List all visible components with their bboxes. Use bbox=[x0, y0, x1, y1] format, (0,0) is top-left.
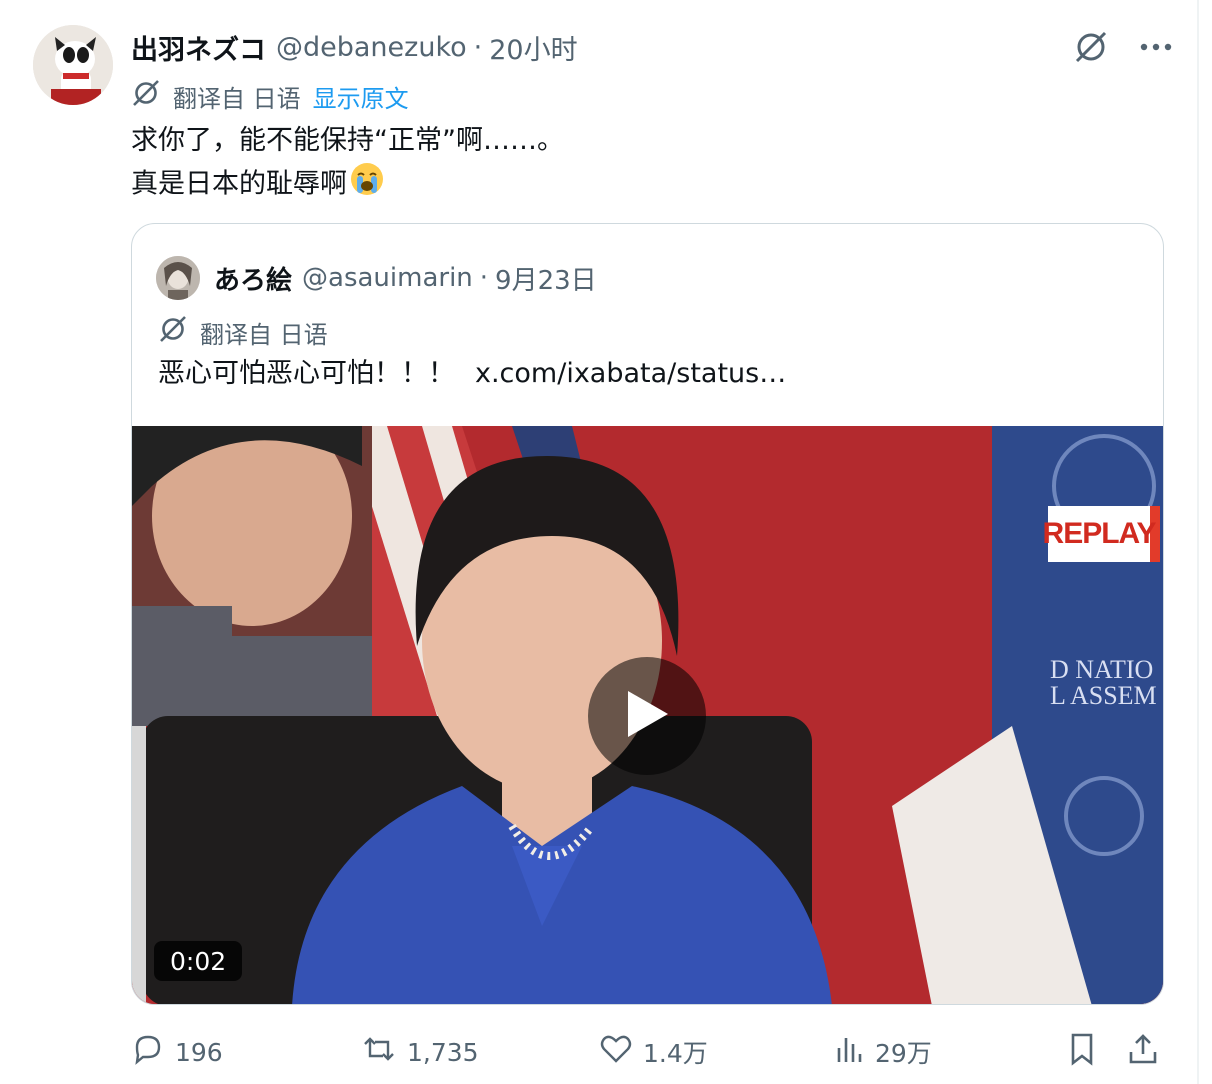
quoted-translation-label: 翻译自 日语 bbox=[200, 320, 328, 349]
quoted-text-body: 恶心可怕恶心可怕！！！ bbox=[158, 358, 455, 389]
share-icon bbox=[1127, 1032, 1159, 1072]
video-duration: 0:02 bbox=[154, 941, 243, 981]
tweet-text-line-1: 求你了，能不能保持“正常”啊……。 bbox=[131, 125, 564, 156]
banner-text-2: L ASSEM bbox=[1050, 681, 1157, 710]
tweet-top-actions bbox=[1072, 28, 1172, 66]
separator-dot: · bbox=[473, 31, 483, 63]
quoted-translation-row: 翻译自 日语 bbox=[158, 314, 328, 350]
video-player[interactable]: D NATIO L ASSEM REPLAY 0:02 bbox=[132, 426, 1163, 1004]
share-button[interactable] bbox=[1127, 1030, 1159, 1074]
banner-text-1: D NATIO bbox=[1050, 655, 1153, 684]
timeline-border bbox=[1197, 0, 1199, 1084]
repost-count: 1,735 bbox=[407, 1037, 479, 1067]
translate-icon bbox=[131, 78, 161, 114]
quoted-author-avatar[interactable] bbox=[156, 256, 200, 300]
tweet-text-line-2-text: 真是日本的耻辱啊 bbox=[131, 168, 347, 200]
quoted-date[interactable]: 9月23日 bbox=[495, 260, 597, 297]
quoted-handle[interactable]: @asauimarin bbox=[302, 263, 473, 293]
cry-emoji bbox=[349, 161, 385, 209]
views-button[interactable]: 29万 bbox=[835, 1030, 932, 1074]
play-button[interactable] bbox=[588, 657, 706, 775]
views-icon bbox=[835, 1032, 865, 1072]
translate-icon bbox=[158, 314, 188, 350]
translation-row: 翻译自 日语 显示原文 bbox=[131, 78, 409, 114]
like-icon bbox=[599, 1032, 633, 1072]
like-count: 1.4万 bbox=[643, 1039, 708, 1068]
like-button[interactable]: 1.4万 bbox=[599, 1030, 708, 1074]
more-icon[interactable] bbox=[1140, 42, 1172, 52]
action-bar: 196 1,735 1.4万 29万 bbox=[131, 1030, 1166, 1074]
bookmark-button[interactable] bbox=[1067, 1030, 1097, 1074]
replay-badge: REPLAY bbox=[1043, 506, 1160, 562]
author-avatar[interactable] bbox=[33, 25, 113, 105]
quoted-text: 恶心可怕恶心可怕！！！ x.com/ixabata/status… bbox=[158, 354, 786, 394]
show-original-link[interactable]: 显示原文 bbox=[313, 79, 409, 114]
bookmark-icon bbox=[1067, 1032, 1097, 1072]
quoted-tweet-card[interactable]: あろ絵 @asauimarin · 9月23日 翻译自 日语 恶心可怕恶心可怕！… bbox=[131, 223, 1164, 1005]
reply-count: 196 bbox=[175, 1037, 223, 1067]
grok-slash-icon[interactable] bbox=[1072, 28, 1110, 66]
reply-icon bbox=[131, 1032, 165, 1072]
quoted-link[interactable]: x.com/ixabata/status… bbox=[475, 358, 786, 389]
quoted-display-name[interactable]: あろ絵 bbox=[214, 260, 292, 297]
tweet-text: 求你了，能不能保持“正常”啊……。 真是日本的耻辱啊 bbox=[131, 120, 564, 209]
play-icon bbox=[624, 689, 670, 743]
views-count: 29万 bbox=[875, 1039, 932, 1068]
tweet-header: 出羽ネズコ @debanezuko · 20小时 bbox=[131, 28, 578, 66]
quoted-separator: · bbox=[479, 263, 489, 293]
reply-button[interactable]: 196 bbox=[131, 1030, 223, 1074]
tweet-time[interactable]: 20小时 bbox=[489, 28, 577, 67]
quoted-header: あろ絵 @asauimarin · 9月23日 bbox=[214, 256, 597, 300]
translation-label: 翻译自 日语 bbox=[173, 84, 301, 113]
repost-button[interactable]: 1,735 bbox=[361, 1030, 479, 1074]
author-display-name[interactable]: 出羽ネズコ bbox=[131, 28, 266, 67]
tweet-text-line-2: 真是日本的耻辱啊 bbox=[131, 161, 564, 209]
author-handle[interactable]: @debanezuko bbox=[276, 32, 467, 63]
repost-icon bbox=[361, 1032, 397, 1072]
